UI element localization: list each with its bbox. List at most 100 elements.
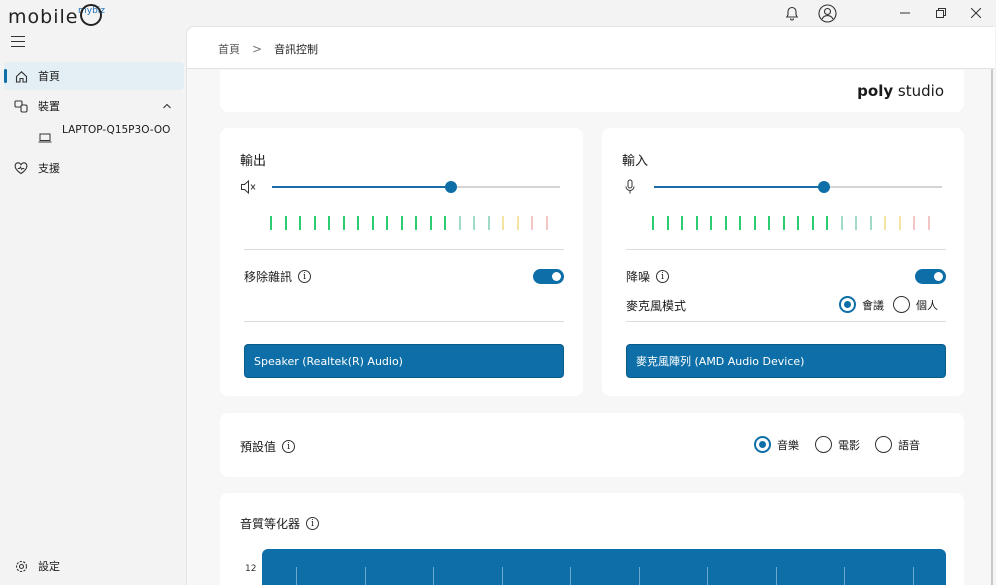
meter-bar bbox=[898, 216, 901, 230]
laptop-icon bbox=[38, 132, 52, 146]
sidebar-item-label: 設定 bbox=[38, 560, 60, 573]
sidebar-item-support[interactable]: 支援 bbox=[4, 154, 184, 182]
breadcrumb-home-link[interactable]: 首頁 bbox=[218, 41, 240, 57]
sidebar: 首頁 裝置 LAPTOP-Q15P3O-OO 支援 設定 bbox=[0, 26, 186, 585]
sidebar-item-laptop[interactable]: LAPTOP-Q15P3O-OO bbox=[38, 124, 178, 152]
output-title: 輸出 bbox=[240, 154, 267, 169]
radio-circle[interactable] bbox=[875, 436, 892, 453]
info-icon[interactable]: i bbox=[282, 440, 296, 453]
chevron-up-icon[interactable] bbox=[162, 99, 172, 113]
devices-icon bbox=[14, 99, 28, 113]
brand-card: poly studio bbox=[220, 70, 964, 112]
breadcrumb-bar: 首頁 > 音訊控制 bbox=[187, 27, 995, 69]
slider-thumb[interactable] bbox=[818, 181, 830, 193]
input-volume-slider[interactable] bbox=[622, 177, 946, 197]
meter-bar bbox=[768, 216, 770, 230]
meter-bar bbox=[840, 216, 843, 230]
equalizer-chart[interactable] bbox=[262, 549, 946, 585]
breadcrumb-current: 音訊控制 bbox=[274, 43, 319, 56]
meter-bar bbox=[386, 216, 388, 230]
meter-bar bbox=[371, 216, 374, 230]
breadcrumb-separator: > bbox=[252, 42, 263, 56]
noise-removal-toggle[interactable] bbox=[533, 269, 564, 284]
scrollbar[interactable] bbox=[990, 69, 994, 585]
account-icon[interactable] bbox=[812, 0, 842, 26]
meter-bar bbox=[710, 216, 712, 230]
meter-bar bbox=[487, 216, 490, 230]
meter-bar bbox=[913, 216, 915, 230]
meter-bar bbox=[753, 216, 756, 230]
preset-radio-music[interactable]: 音樂 bbox=[754, 436, 799, 453]
preset-radio-movie[interactable]: 電影 bbox=[815, 436, 860, 453]
mic-mode-radio-meeting[interactable]: 會議 bbox=[839, 296, 884, 313]
eq-band-line bbox=[775, 567, 777, 585]
equalizer-y-label: 12 bbox=[245, 564, 257, 574]
meter-bar bbox=[502, 216, 504, 230]
divider bbox=[626, 249, 946, 250]
radio-circle[interactable] bbox=[815, 436, 832, 453]
meter-bar bbox=[516, 216, 519, 230]
mic-mode-radio-personal[interactable]: 個人 bbox=[893, 296, 938, 313]
slider-track[interactable] bbox=[272, 181, 560, 193]
eq-band-line bbox=[364, 567, 366, 585]
meter-bar bbox=[545, 216, 548, 230]
noise-reduction-toggle[interactable] bbox=[915, 269, 946, 284]
info-icon[interactable]: i bbox=[298, 270, 312, 283]
radio-label: 音樂 bbox=[777, 438, 799, 452]
hamburger-menu-icon[interactable] bbox=[11, 36, 25, 50]
speaker-mute-icon[interactable] bbox=[240, 179, 256, 195]
output-device-button[interactable]: Speaker (Realtek(R) Audio) bbox=[244, 344, 564, 378]
preset-radio-voice[interactable]: 語音 bbox=[875, 436, 920, 453]
slider-track[interactable] bbox=[654, 181, 942, 193]
meter-bar bbox=[826, 216, 828, 230]
eq-band-line bbox=[638, 567, 640, 585]
meter-bar bbox=[357, 216, 359, 230]
restore-icon[interactable] bbox=[926, 0, 956, 26]
input-device-button[interactable]: 麥克風陣列 (AMD Audio Device) bbox=[626, 344, 946, 378]
meter-bar bbox=[284, 216, 287, 230]
logo-badge-icon bbox=[80, 4, 103, 26]
active-indicator bbox=[4, 69, 7, 83]
meter-bar bbox=[869, 216, 872, 230]
output-volume-slider[interactable] bbox=[240, 177, 564, 197]
close-icon[interactable] bbox=[961, 0, 991, 26]
meter-bar bbox=[299, 216, 301, 230]
sidebar-item-settings[interactable]: 設定 bbox=[4, 552, 184, 580]
radio-circle[interactable] bbox=[893, 296, 910, 313]
radio-label: 會議 bbox=[862, 298, 884, 312]
eq-band-line bbox=[501, 567, 503, 585]
meter-bar bbox=[724, 216, 727, 230]
meter-bar bbox=[473, 216, 475, 230]
microphone-icon[interactable] bbox=[622, 179, 638, 195]
mic-mode-setting: 麥克風模式 bbox=[626, 297, 686, 314]
slider-thumb[interactable] bbox=[445, 181, 457, 193]
sidebar-item-home[interactable]: 首頁 bbox=[4, 62, 184, 90]
equalizer-card: 音質等化器 i 12 bbox=[220, 493, 964, 585]
noise-reduction-setting: 降噪 i bbox=[626, 268, 670, 285]
title-bar: mobile mybiz bbox=[0, 0, 996, 28]
input-card: 輸入 降噪 i 麥克風模式 會議 個人 麥克風陣列 (AMD Audio Dev… bbox=[602, 128, 964, 396]
meter-bar bbox=[531, 216, 533, 230]
eq-band-line bbox=[707, 567, 708, 585]
eq-band-line bbox=[433, 567, 434, 585]
sidebar-item-devices[interactable]: 裝置 bbox=[4, 92, 184, 120]
logo-text: mobile bbox=[8, 6, 79, 28]
sidebar-item-label: 首頁 bbox=[38, 70, 60, 83]
meter-bar bbox=[458, 216, 461, 230]
meter-bar bbox=[429, 216, 432, 230]
minimize-icon[interactable] bbox=[890, 0, 920, 26]
main-content: 首頁 > 音訊控制 poly studio 輸出 移除雜訊 i Speaker bbox=[186, 26, 995, 585]
radio-circle[interactable] bbox=[754, 436, 771, 453]
eq-band-line bbox=[296, 567, 297, 585]
info-icon[interactable]: i bbox=[306, 517, 320, 530]
notification-bell-icon[interactable] bbox=[777, 0, 807, 26]
meter-bar bbox=[313, 216, 316, 230]
brand-logo: poly studio bbox=[857, 82, 944, 100]
radio-circle[interactable] bbox=[839, 296, 856, 313]
slider-fill bbox=[654, 186, 824, 188]
meter-bar bbox=[739, 216, 741, 230]
meter-bar bbox=[328, 216, 330, 230]
meter-bar bbox=[811, 216, 814, 230]
info-icon[interactable]: i bbox=[656, 270, 670, 283]
scrollbar-thumb[interactable] bbox=[991, 69, 993, 585]
